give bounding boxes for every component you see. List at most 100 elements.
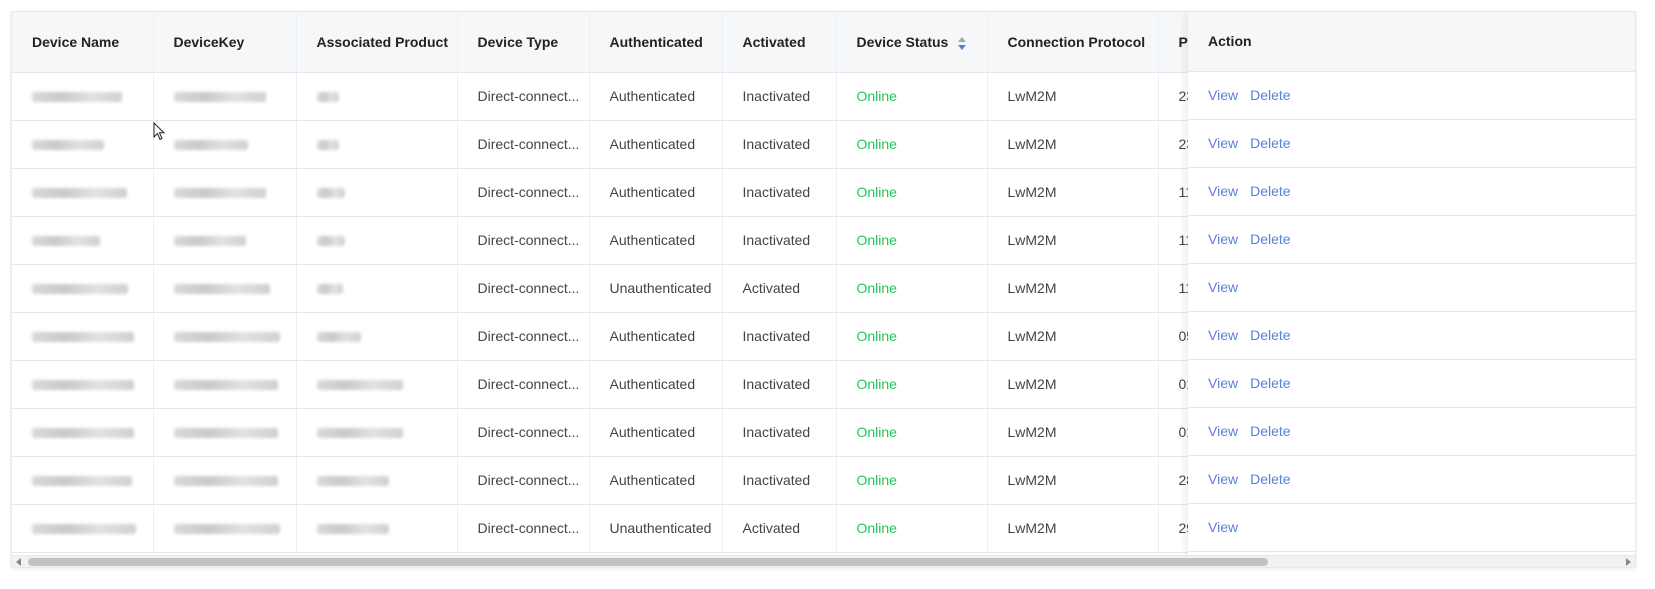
device-name-cell — [12, 408, 154, 457]
associated-product-cell — [296, 264, 458, 313]
device-key-cell — [153, 504, 297, 553]
redacted-value — [316, 188, 345, 199]
table-row: Direct-connect... Authenticated Inactivate… — [12, 168, 1259, 217]
col-activated: Activated — [722, 12, 837, 73]
view-link[interactable]: View — [1208, 183, 1238, 199]
device-key-cell — [153, 120, 297, 169]
view-link[interactable]: View — [1208, 327, 1238, 343]
device-status-cell: Online — [836, 312, 988, 361]
delete-link[interactable]: Delete — [1250, 135, 1290, 151]
table-row: Direct-connect... Authenticated Inactivate… — [12, 216, 1259, 265]
action-row: View Delete — [1188, 312, 1635, 360]
connection-protocol-cell: LwM2M — [987, 504, 1159, 553]
scroll-right-arrow-icon[interactable] — [1626, 558, 1631, 566]
authenticated-cell: Unauthenticated — [589, 264, 723, 313]
scroll-thumb[interactable] — [28, 558, 1268, 566]
authenticated-cell: Authenticated — [589, 456, 723, 505]
redacted-value — [316, 524, 389, 535]
action-column: Action View Delete View Delete View Delete Vie… — [1188, 12, 1635, 558]
mouse-cursor-icon — [153, 122, 166, 141]
authenticated-cell: Authenticated — [589, 408, 723, 457]
view-link[interactable]: View — [1208, 87, 1238, 103]
device-status-cell: Online — [836, 504, 988, 553]
device-key-cell — [153, 216, 297, 265]
device-type-cell: Direct-connect... — [457, 456, 590, 505]
view-link[interactable]: View — [1208, 423, 1238, 439]
device-name-cell — [12, 360, 154, 409]
redacted-value — [173, 524, 280, 535]
scroll-left-arrow-icon[interactable] — [16, 558, 21, 566]
delete-link[interactable]: Delete — [1250, 183, 1290, 199]
connection-protocol-cell: LwM2M — [987, 312, 1159, 361]
redacted-value — [173, 284, 270, 295]
delete-link[interactable]: Delete — [1250, 471, 1290, 487]
device-key-cell — [153, 312, 297, 361]
view-link[interactable]: View — [1208, 375, 1238, 391]
authenticated-cell: Authenticated — [589, 360, 723, 409]
device-status-cell: Online — [836, 408, 988, 457]
activated-cell: Inactivated — [722, 120, 837, 169]
connection-protocol-cell: LwM2M — [987, 216, 1159, 265]
device-table: Device Name DeviceKey Associated Product… — [11, 11, 1636, 568]
delete-link[interactable]: Delete — [1250, 327, 1290, 343]
table-row: Direct-connect... Authenticated Inactivate… — [12, 456, 1259, 505]
associated-product-cell — [296, 72, 458, 121]
device-key-cell — [153, 264, 297, 313]
view-link[interactable]: View — [1208, 231, 1238, 247]
table-row: Direct-connect... Unauthenticated Activate… — [12, 264, 1259, 313]
authenticated-cell: Unauthenticated — [589, 504, 723, 553]
associated-product-cell — [296, 456, 458, 505]
view-link[interactable]: View — [1208, 471, 1238, 487]
redacted-value — [316, 428, 403, 439]
associated-product-cell — [296, 120, 458, 169]
device-status-cell: Online — [836, 72, 988, 121]
view-link[interactable]: View — [1208, 135, 1238, 151]
activated-cell: Inactivated — [722, 312, 837, 361]
delete-link[interactable]: Delete — [1250, 375, 1290, 391]
device-status-cell: Online — [836, 216, 988, 265]
redacted-value — [173, 140, 248, 151]
device-type-cell: Direct-connect... — [457, 168, 590, 217]
device-name-cell — [12, 456, 154, 505]
redacted-value — [173, 476, 278, 487]
device-name-cell — [12, 264, 154, 313]
connection-protocol-cell: LwM2M — [987, 168, 1159, 217]
device-key-cell — [153, 72, 297, 121]
col-action: Action — [1188, 12, 1635, 72]
activated-cell: Activated — [722, 264, 837, 313]
col-associated-product: Associated Product — [296, 12, 458, 73]
delete-link[interactable]: Delete — [1250, 231, 1290, 247]
view-link[interactable]: View — [1208, 519, 1238, 535]
connection-protocol-cell: LwM2M — [987, 72, 1159, 121]
col-device-key: DeviceKey — [153, 12, 297, 73]
redacted-value — [32, 524, 136, 535]
redacted-value — [32, 284, 128, 295]
delete-link[interactable]: Delete — [1250, 87, 1290, 103]
device-name-cell — [12, 120, 154, 169]
action-row: View Delete — [1188, 168, 1635, 216]
table-header-row: Device Name DeviceKey Associated Product… — [12, 12, 1259, 73]
action-row: View Delete — [1188, 408, 1635, 456]
authenticated-cell: Authenticated — [589, 312, 723, 361]
action-row: View — [1188, 504, 1635, 552]
device-type-cell: Direct-connect... — [457, 72, 590, 121]
device-key-cell — [153, 360, 297, 409]
redacted-value — [173, 236, 246, 247]
authenticated-cell: Authenticated — [589, 120, 723, 169]
sort-icon[interactable] — [958, 36, 967, 50]
col-device-status-label: Device Status — [856, 33, 949, 50]
redacted-value — [316, 236, 345, 247]
associated-product-cell — [296, 504, 458, 553]
activated-cell: Activated — [722, 504, 837, 553]
authenticated-cell: Authenticated — [589, 216, 723, 265]
associated-product-cell — [296, 360, 458, 409]
view-link[interactable]: View — [1208, 279, 1238, 295]
associated-product-cell — [296, 312, 458, 361]
horizontal-scrollbar[interactable] — [12, 555, 1635, 567]
activated-cell: Inactivated — [722, 168, 837, 217]
connection-protocol-cell: LwM2M — [987, 456, 1159, 505]
delete-link[interactable]: Delete — [1250, 423, 1290, 439]
associated-product-cell — [296, 216, 458, 265]
redacted-value — [173, 188, 266, 199]
col-device-status[interactable]: Device Status — [836, 12, 988, 73]
